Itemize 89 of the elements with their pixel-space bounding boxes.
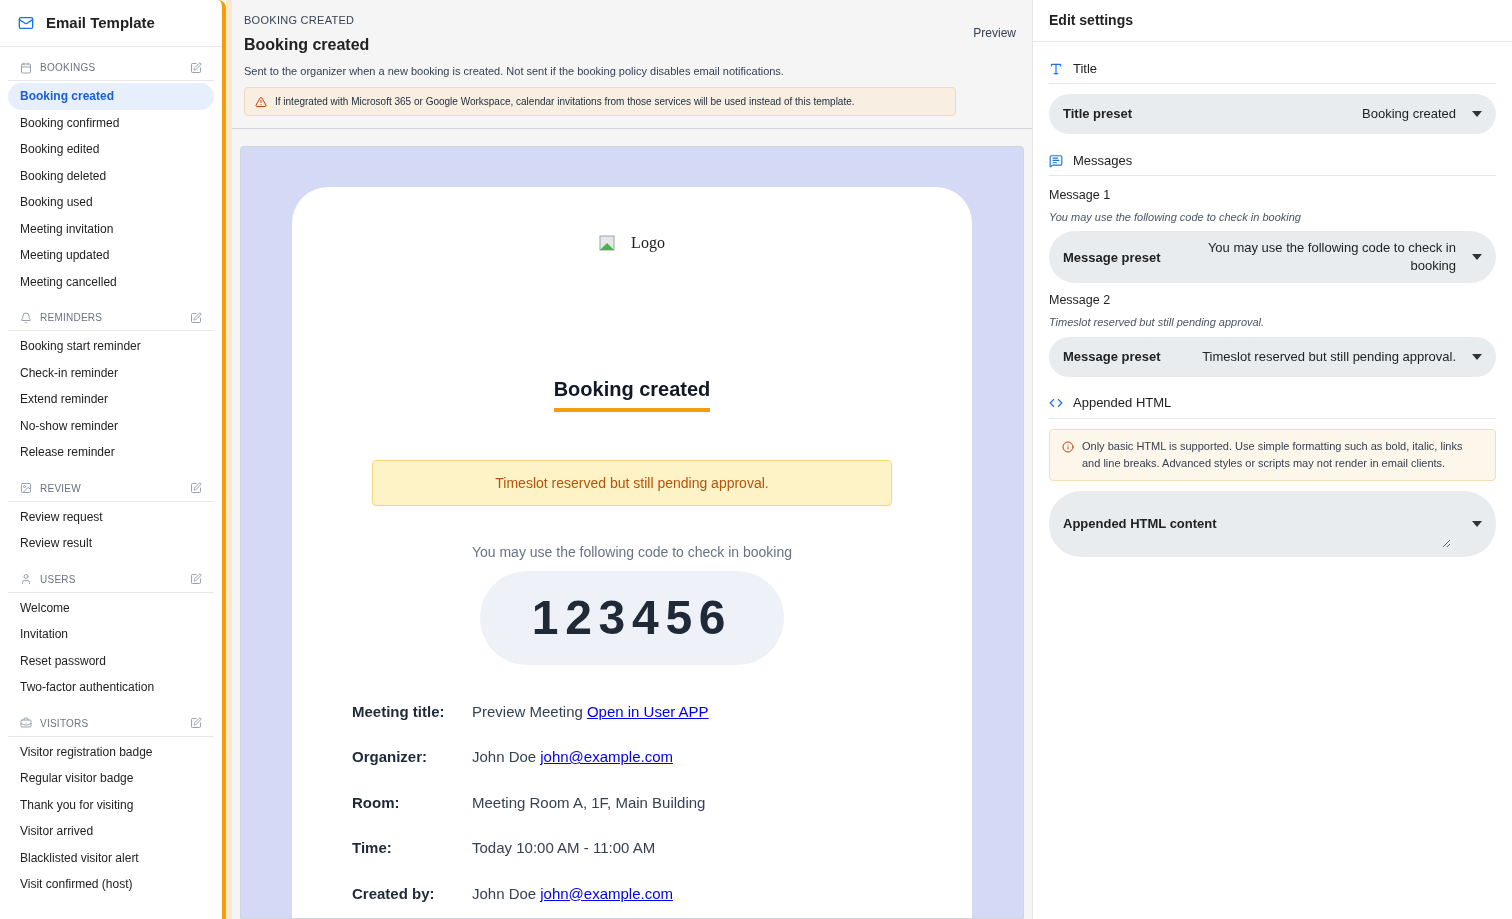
- detail-label: Created by:: [352, 883, 436, 904]
- sidebar-item[interactable]: Blacklisted visitor alert: [8, 844, 214, 871]
- caret-icon: [1472, 254, 1482, 261]
- code-intro: You may use the following code to check in booking: [471, 543, 793, 562]
- sidebar-item[interactable]: Two-factor authentication: [8, 674, 214, 701]
- calendar-icon: [20, 61, 32, 74]
- preset-select[interactable]: Message preset You may use the following code to check in booking: [1049, 231, 1496, 284]
- user-icon: [20, 573, 32, 585]
- edit-icon[interactable]: [190, 573, 202, 585]
- section-heading: USERS: [40, 572, 77, 587]
- sidebar-item[interactable]: Booking created: [8, 83, 214, 110]
- edit-icon[interactable]: [190, 717, 202, 729]
- sidebar-item[interactable]: Thank you for visiting: [8, 791, 214, 818]
- edit-icon[interactable]: [190, 311, 202, 324]
- detail-value: Today 10:00 AM - 11:00 AM: [472, 838, 656, 858]
- text-icon: [1049, 61, 1063, 76]
- detail-label: Meeting title:: [352, 701, 446, 722]
- message-icon: [1049, 153, 1063, 168]
- section-heading: Messages: [1073, 151, 1133, 170]
- detail-value: John Doe: [472, 883, 537, 904]
- sidebar-item[interactable]: Regular visitor badge: [8, 765, 214, 792]
- detail-value: Meeting Room A, 1F, Main Building: [472, 792, 706, 813]
- section-heading: REVIEW: [40, 481, 82, 496]
- warning-text: If integrated with Microsoft 365 or Google Workspace, calendar invitations from those services will be used instead of this template.: [275, 95, 855, 109]
- sidebar-item[interactable]: No-show reminder: [8, 412, 214, 439]
- pending-notice: Timeslot reserved but still pending approval.: [372, 460, 892, 506]
- sidebar-item[interactable]: Meeting cancelled: [8, 268, 214, 295]
- section-heading: Title: [1073, 59, 1098, 78]
- sidebar-item[interactable]: Reset password: [8, 647, 214, 674]
- sidebar-item[interactable]: Check-in reminder: [8, 359, 214, 386]
- sidebar-item[interactable]: Extend reminder: [8, 386, 214, 413]
- resize-handle-icon: [1442, 538, 1450, 547]
- section-heading: VISITORS: [40, 716, 90, 731]
- html-content-field[interactable]: Appended HTML content: [1049, 490, 1496, 557]
- sidebar-item[interactable]: Booking edited: [8, 136, 214, 163]
- field-hint: Timeslot reserved but still pending approval.: [1049, 315, 1266, 330]
- field-hint: You may use the following code to check in booking: [1049, 209, 1302, 225]
- panel-title: Edit settings: [1033, 0, 1512, 42]
- warning-icon: [255, 95, 267, 108]
- detail-link[interactable]: john@example.com: [540, 882, 673, 905]
- sidebar-item[interactable]: Invitation: [8, 621, 214, 648]
- app-title: Email Template: [46, 12, 155, 33]
- sidebar-item[interactable]: Booking deleted: [8, 162, 214, 189]
- detail-label: Room:: [352, 792, 401, 813]
- sidebar-item[interactable]: Booking used: [8, 189, 214, 216]
- badge-icon: [20, 717, 32, 729]
- broken-image-icon: [599, 235, 616, 251]
- section-heading: BOOKINGS: [40, 61, 97, 75]
- code-icon: [1049, 396, 1063, 410]
- sidebar-item[interactable]: Review request: [8, 503, 214, 530]
- preset-select[interactable]: Message preset Timeslot reserved but still pending approval.: [1049, 336, 1496, 377]
- sidebar-item[interactable]: Release reminder: [8, 439, 214, 466]
- sidebar-item[interactable]: Meeting updated: [8, 242, 214, 269]
- sidebar-item[interactable]: Visitor registration badge: [8, 738, 214, 765]
- detail-value: John Doe: [472, 747, 537, 767]
- detail-value: Preview Meeting: [472, 701, 583, 722]
- image-icon: [20, 482, 32, 494]
- preset-select[interactable]: Title preset Booking created: [1049, 94, 1496, 134]
- page-title: Booking created: [244, 34, 371, 55]
- section-heading: Appended HTML: [1073, 394, 1172, 413]
- caret-icon: [1472, 353, 1482, 360]
- sidebar-item[interactable]: Visit confirmed (host): [8, 871, 214, 898]
- section-heading: REMINDERS: [40, 311, 104, 325]
- info-icon: [1062, 440, 1074, 453]
- detail-link[interactable]: Open in User APP: [586, 700, 709, 723]
- preview-button[interactable]: Preview: [973, 24, 1016, 42]
- field-caption: Message 2: [1049, 292, 1112, 310]
- sidebar-item[interactable]: Booking start reminder: [8, 333, 214, 360]
- eyebrow-label: BOOKING CREATED: [244, 13, 356, 28]
- edit-icon[interactable]: [190, 61, 202, 74]
- detail-link[interactable]: john@example.com: [540, 746, 673, 769]
- edit-icon[interactable]: [190, 482, 202, 494]
- sidebar-item[interactable]: Review result: [8, 530, 214, 557]
- info-text: Only basic HTML is supported. Use simple formatting such as bold, italic, links and line breaks. Advanced styles or scripts may not render in email clients.: [1082, 438, 1464, 471]
- bell-icon: [20, 311, 32, 324]
- check-in-code: 123456: [480, 571, 784, 665]
- logo-text: Logo: [631, 233, 665, 254]
- sidebar-item[interactable]: Visitor arrived: [8, 818, 214, 845]
- sidebar-item[interactable]: Welcome: [8, 594, 214, 621]
- sidebar-item[interactable]: Meeting invitation: [8, 215, 214, 242]
- detail-label: Time:: [352, 838, 393, 858]
- detail-label: Organizer:: [352, 747, 428, 767]
- sidebar-item[interactable]: Booking confirmed: [8, 109, 214, 136]
- caret-icon: [1472, 111, 1482, 117]
- caret-icon: [1472, 520, 1482, 527]
- field-caption: Message 1: [1049, 187, 1112, 204]
- email-title: Booking created: [553, 374, 711, 412]
- description-text: Sent to the organizer when a new booking is created. Not sent if the booking policy disables email notifications.: [244, 63, 785, 79]
- mail-icon: [18, 15, 34, 31]
